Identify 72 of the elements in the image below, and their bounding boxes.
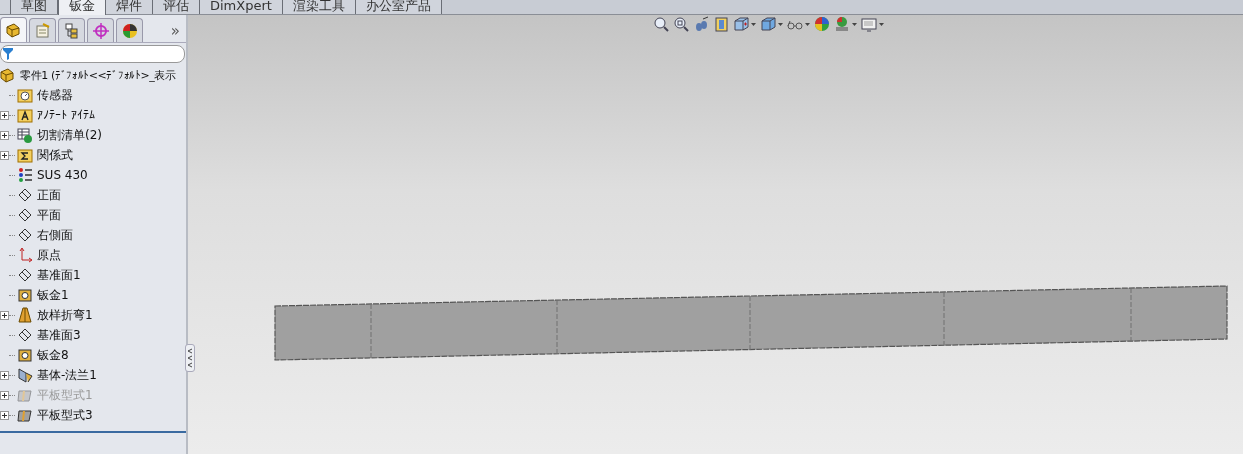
- expand-icon[interactable]: [0, 130, 9, 140]
- caret-icon[interactable]: [805, 22, 810, 26]
- command-tab[interactable]: [0, 0, 11, 14]
- zoom-icon[interactable]: [673, 16, 689, 32]
- loft-bend-icon: [17, 307, 33, 323]
- plane-icon: [17, 327, 33, 343]
- tree-item-label[interactable]: 右側面: [37, 226, 73, 244]
- sheet-metal-icon: [17, 347, 33, 363]
- tree-item-label[interactable]: ｱﾉﾃｰﾄ ｱｲﾃﾑ: [37, 108, 95, 122]
- panel-collapse-handle[interactable]: [185, 344, 195, 372]
- tree-item-label[interactable]: 正面: [37, 186, 61, 204]
- caret-icon[interactable]: [852, 22, 857, 26]
- cube-icon[interactable]: [760, 16, 776, 32]
- tree-item-label[interactable]: 切割清单(2): [37, 126, 102, 144]
- configuration-icon: [62, 21, 81, 40]
- cut-list-icon: [17, 127, 33, 143]
- command-tab[interactable]: DimXpert: [200, 0, 283, 14]
- expand-icon[interactable]: [0, 310, 9, 320]
- tree-item-label[interactable]: 関係式: [37, 146, 73, 164]
- tree-item-label[interactable]: 钣金1: [37, 286, 69, 304]
- command-tab[interactable]: 草图: [11, 0, 58, 14]
- command-tab[interactable]: 焊件: [106, 0, 153, 14]
- color-ball-icon[interactable]: [814, 16, 830, 32]
- tree-item-label[interactable]: 平面: [37, 206, 61, 224]
- tree-item-label[interactable]: 钣金8: [37, 346, 69, 364]
- tree-item-label[interactable]: 平板型式3: [37, 406, 93, 424]
- filter-field[interactable]: [0, 45, 185, 63]
- tree-item-label[interactable]: 基体-法兰1: [37, 366, 97, 384]
- panel-tab[interactable]: [0, 17, 27, 42]
- caret-icon[interactable]: [778, 22, 783, 26]
- scene-icon[interactable]: [834, 16, 850, 32]
- expand-icon[interactable]: [0, 110, 9, 120]
- caret-icon[interactable]: [751, 22, 756, 26]
- folder-gauge-icon: [17, 87, 33, 103]
- cube-icon[interactable]: [733, 16, 749, 32]
- caret-icon[interactable]: [879, 22, 884, 26]
- material-icon: [17, 167, 33, 183]
- command-tab[interactable]: 评估: [153, 0, 200, 14]
- funnel-icon: [3, 48, 13, 60]
- panel-tab[interactable]: [116, 18, 143, 42]
- part-icon: [4, 21, 23, 39]
- sheet-metal-icon: [17, 287, 33, 303]
- more-tabs-chevron[interactable]: »: [170, 21, 180, 40]
- plane-icon: [17, 227, 33, 243]
- tree-item-label[interactable]: 传感器: [37, 86, 73, 104]
- base-flange-icon: [17, 367, 33, 383]
- origin-icon: [17, 247, 33, 263]
- tree-item-label[interactable]: 基准面3: [37, 326, 81, 344]
- tree-item-label[interactable]: 基准面1: [37, 266, 81, 284]
- binoculars-icon[interactable]: [693, 16, 709, 32]
- flat-pattern-icon: [17, 387, 33, 403]
- plane-icon: [17, 187, 33, 203]
- flat-pattern-icon: [17, 407, 33, 423]
- tree-item-label[interactable]: 原点: [37, 246, 61, 264]
- expand-icon[interactable]: [0, 150, 9, 160]
- tree-item-label[interactable]: 放样折弯1: [37, 306, 93, 324]
- expand-icon[interactable]: [0, 370, 9, 380]
- property-sheet-icon: [33, 21, 52, 40]
- color-ball-icon: [120, 21, 139, 40]
- monitor-icon[interactable]: [861, 16, 877, 32]
- folder-letter-icon: [17, 107, 33, 123]
- command-tab[interactable]: 钣金: [58, 0, 106, 15]
- crosshair-icon: [91, 21, 110, 40]
- tree-item-label[interactable]: SUS 430: [37, 168, 88, 182]
- zoom-icon[interactable]: [653, 16, 669, 32]
- plane-icon: [17, 207, 33, 223]
- folder-sigma-icon: [17, 147, 33, 163]
- tree-item-label[interactable]: 零件1 (ﾃﾞﾌｫﾙﾄ<<ﾃﾞﾌｫﾙﾄ>_表示: [20, 67, 176, 83]
- part-icon: [0, 67, 16, 83]
- plane-icon: [17, 267, 33, 283]
- panel-tab[interactable]: [58, 18, 85, 42]
- expand-icon[interactable]: [0, 410, 9, 420]
